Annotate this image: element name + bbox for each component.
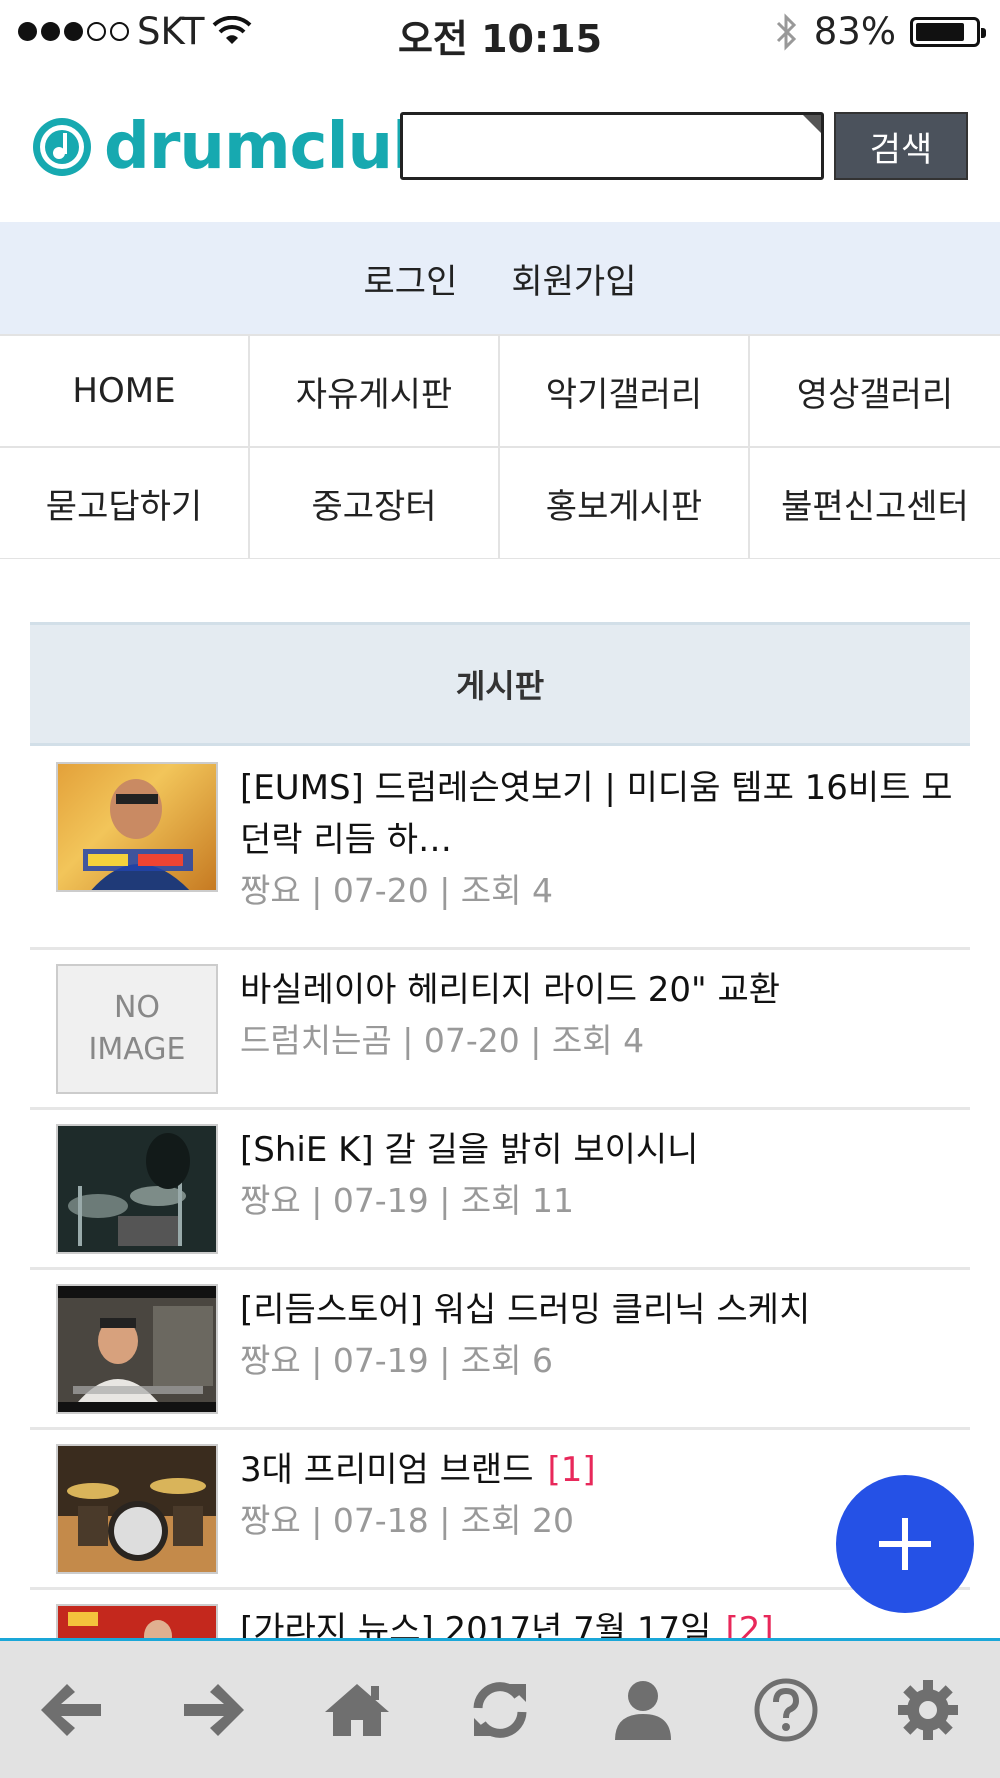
- menu-item-instrument-gallery[interactable]: 악기갤러리: [500, 334, 750, 446]
- battery-percent: 83%: [813, 10, 896, 53]
- no-image-text: NO IMAGE: [88, 990, 186, 1067]
- auth-bar: 로그인 회원가입: [0, 222, 1000, 334]
- site-header: drumclub 검색: [0, 100, 1000, 200]
- bluetooth-icon: [776, 12, 796, 51]
- gear-icon: [898, 1679, 959, 1740]
- post-thumbnail[interactable]: [56, 1444, 218, 1574]
- menu-item-qna[interactable]: 묻고답하기: [0, 446, 250, 558]
- post-meta: 짱요 | 07-19 | 조회 11: [240, 1181, 575, 1220]
- menu-item-used-market[interactable]: 중고장터: [250, 446, 500, 558]
- user-button[interactable]: [603, 1670, 683, 1750]
- search-input[interactable]: [400, 112, 824, 180]
- refresh-icon: [473, 1681, 527, 1738]
- forward-arrow-icon: [184, 1683, 245, 1736]
- news-image: [58, 1606, 216, 1638]
- battery-icon: [910, 16, 986, 47]
- menu-item-video-gallery[interactable]: 영상갤러리: [750, 334, 1000, 446]
- settings-button[interactable]: [888, 1670, 968, 1750]
- post-meta: 드럼치는곰 | 07-20 | 조회 4: [240, 1021, 645, 1060]
- post-list: [EUMS] 드럼레슨엿보기 | 미디움 템포 16비트 모던락 리듬 하… 짱…: [30, 748, 970, 1638]
- login-link[interactable]: 로그인: [364, 254, 458, 303]
- post-thumbnail[interactable]: [56, 1124, 218, 1254]
- status-right: 83%: [774, 10, 986, 53]
- plus-icon: [879, 1518, 931, 1570]
- post-item[interactable]: [ShiE K] 갈 길을 밝히 보이시니 짱요 | 07-19 | 조회 11: [30, 1110, 970, 1270]
- signup-link[interactable]: 회원가입: [511, 254, 636, 303]
- post-thumbnail[interactable]: [56, 1284, 218, 1414]
- bottom-toolbar: [0, 1638, 1000, 1778]
- comment-count: [1]: [547, 1450, 596, 1490]
- post-meta: 짱요 | 07-19 | 조회 6: [240, 1341, 554, 1380]
- person-image: [83, 779, 193, 890]
- post-body: [EUMS] 드럼레슨엿보기 | 미디움 템포 16비트 모던락 리듬 하… 짱…: [240, 762, 970, 947]
- help-icon: [754, 1678, 818, 1741]
- page: SKT 오전 10:15 83% drumclub 검색 로그인 회원가입 HO…: [0, 0, 1000, 1778]
- post-item[interactable]: [리듬스토어] 워십 드러밍 클리닉 스케치 짱요 | 07-19 | 조회 6: [30, 1270, 970, 1430]
- menu-item-free-board[interactable]: 자유게시판: [250, 334, 500, 446]
- main-menu: HOME 자유게시판 악기갤러리 영상갤러리 묻고답하기 중고장터 홍보게시판 …: [0, 334, 1000, 559]
- post-body: [가라지 뉴스] 2017년 7월 17일 [2]: [240, 1604, 970, 1638]
- post-title[interactable]: [ShiE K] 갈 길을 밝히 보이시니: [240, 1124, 970, 1176]
- post-title[interactable]: [EUMS] 드럼레슨엿보기 | 미디움 템포 16비트 모던락 리듬 하…: [240, 762, 970, 866]
- comment-count: [2]: [725, 1610, 774, 1638]
- home-button[interactable]: [317, 1670, 397, 1750]
- write-post-button[interactable]: [836, 1475, 974, 1613]
- home-icon: [325, 1683, 390, 1736]
- back-arrow-icon: [41, 1683, 102, 1736]
- post-title[interactable]: [가라지 뉴스] 2017년 7월 17일 [2]: [240, 1604, 970, 1638]
- post-title[interactable]: 3대 프리미엄 브랜드 [1]: [240, 1444, 970, 1496]
- menu-item-promo-board[interactable]: 홍보게시판: [500, 446, 750, 558]
- logo-text: drumclub: [104, 110, 438, 184]
- site-logo[interactable]: drumclub: [30, 110, 438, 184]
- user-icon: [614, 1680, 671, 1740]
- post-item[interactable]: [EUMS] 드럼레슨엿보기 | 미디움 템포 16비트 모던락 리듬 하… 짱…: [30, 748, 970, 950]
- post-meta: 짱요 | 07-20 | 조회 4: [240, 871, 554, 910]
- post-item[interactable]: NO IMAGE 바실레이아 헤리티지 라이드 20" 교환 드럼치는곰 | 0…: [30, 950, 970, 1110]
- menu-item-home[interactable]: HOME: [0, 334, 250, 446]
- post-thumbnail[interactable]: [56, 762, 218, 892]
- no-image-placeholder[interactable]: NO IMAGE: [56, 964, 218, 1094]
- post-title[interactable]: 바실레이아 헤리티지 라이드 20" 교환: [240, 964, 970, 1016]
- clinic-video-image: [58, 1298, 216, 1402]
- status-bar: SKT 오전 10:15 83%: [0, 0, 1000, 66]
- back-button[interactable]: [31, 1670, 111, 1750]
- drum-logo-icon: [33, 118, 91, 176]
- menu-item-report-center[interactable]: 불편신고센터: [750, 446, 1000, 558]
- search-button[interactable]: 검색: [834, 112, 968, 180]
- drum-brands-image: [58, 1446, 216, 1572]
- post-item[interactable]: 3대 프리미엄 브랜드 [1] 짱요 | 07-18 | 조회 20: [30, 1430, 970, 1590]
- post-item[interactable]: [가라지 뉴스] 2017년 7월 17일 [2]: [30, 1590, 970, 1638]
- post-body: 바실레이아 헤리티지 라이드 20" 교환 드럼치는곰 | 07-20 | 조회…: [240, 964, 970, 1107]
- forward-button[interactable]: [174, 1670, 254, 1750]
- drum-kit-image: [58, 1126, 216, 1252]
- post-title[interactable]: [리듬스토어] 워십 드러밍 클리닉 스케치: [240, 1284, 970, 1336]
- post-thumbnail[interactable]: [56, 1604, 218, 1638]
- board-title: 게시판: [30, 622, 970, 746]
- help-button[interactable]: [746, 1670, 826, 1750]
- post-body: [ShiE K] 갈 길을 밝히 보이시니 짱요 | 07-19 | 조회 11: [240, 1124, 970, 1267]
- refresh-button[interactable]: [460, 1670, 540, 1750]
- post-body: [리듬스토어] 워십 드러밍 클리닉 스케치 짱요 | 07-19 | 조회 6: [240, 1284, 970, 1427]
